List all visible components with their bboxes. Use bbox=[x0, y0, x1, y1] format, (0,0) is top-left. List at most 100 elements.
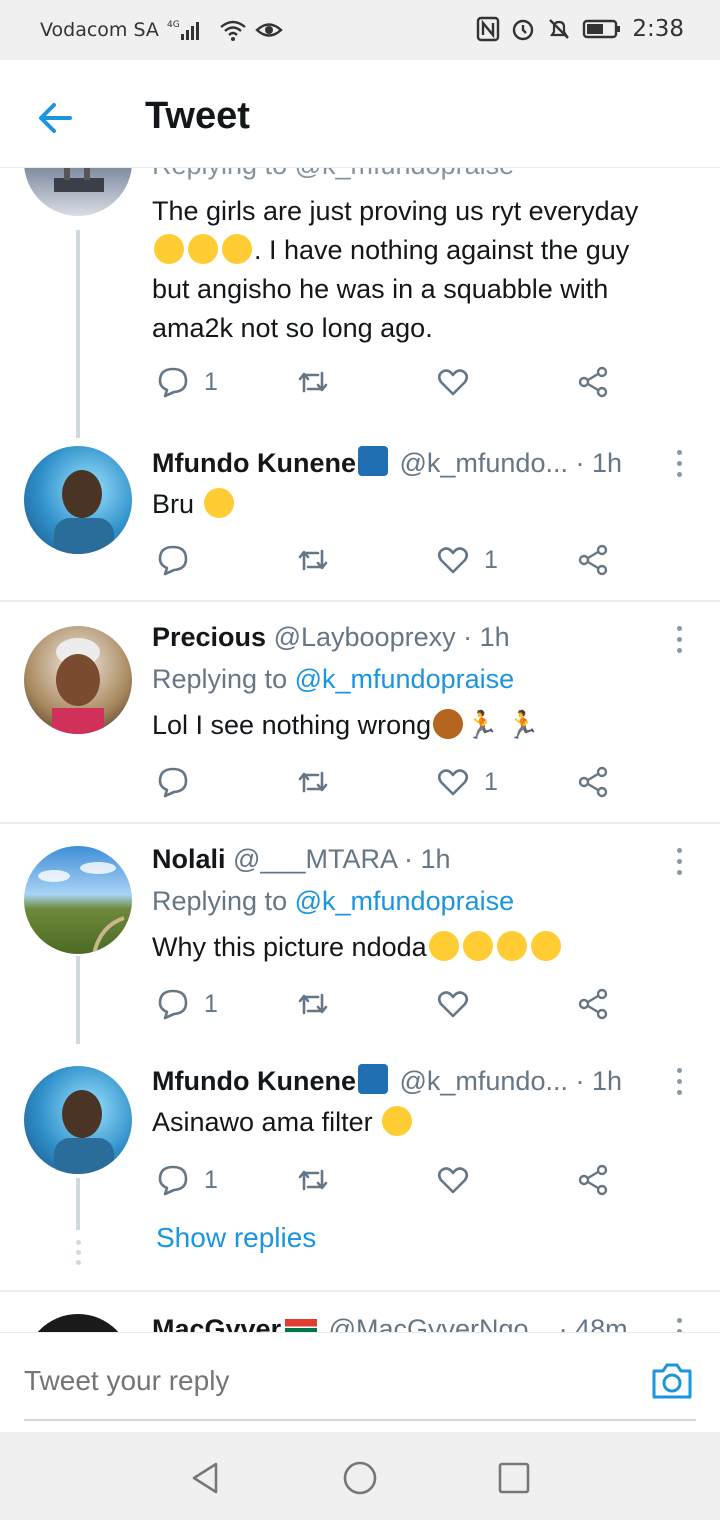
reply-icon bbox=[158, 989, 188, 1020]
share-button[interactable] bbox=[576, 540, 610, 580]
nav-back-button[interactable] bbox=[186, 1458, 226, 1498]
share-icon bbox=[578, 366, 608, 398]
reply-button[interactable] bbox=[156, 540, 204, 580]
nav-recents-icon bbox=[498, 1462, 530, 1494]
author-name[interactable]: MacGyver bbox=[152, 1314, 281, 1332]
like-count: 1 bbox=[484, 545, 498, 574]
retweet-icon bbox=[298, 771, 328, 793]
eye-icon bbox=[255, 19, 283, 41]
more-icon[interactable] bbox=[672, 626, 686, 658]
tweet-body-text: Asinawo ama filter bbox=[152, 1107, 373, 1137]
author-name[interactable]: Mfundo Kunene bbox=[152, 448, 356, 478]
emoji-badge-icon bbox=[357, 446, 388, 476]
share-button[interactable] bbox=[576, 984, 610, 1024]
retweet-button[interactable] bbox=[296, 762, 330, 802]
tweet-item[interactable]: Mfundo Kunene @k_mfundo... · 1h Asinawo … bbox=[0, 1044, 720, 1288]
nav-home-button[interactable] bbox=[340, 1458, 380, 1498]
retweet-button[interactable] bbox=[296, 1160, 330, 1200]
retweet-button[interactable] bbox=[296, 984, 330, 1024]
author-name[interactable]: Mfundo Kunene bbox=[152, 1066, 356, 1096]
laughing-emoji-icon bbox=[382, 1106, 413, 1136]
retweet-icon bbox=[298, 993, 328, 1015]
tweet-body: Why this picture ndoda bbox=[152, 928, 696, 967]
more-icon[interactable] bbox=[672, 450, 686, 482]
nav-home-icon bbox=[343, 1461, 377, 1495]
tweet-header: Nolali @___MTARA · 1h bbox=[152, 844, 640, 875]
author-handle[interactable]: @___MTARA bbox=[233, 844, 396, 874]
emoji-badge-icon bbox=[357, 1064, 388, 1094]
author-name[interactable]: Precious bbox=[152, 622, 266, 652]
retweet-button[interactable] bbox=[296, 540, 330, 580]
author-handle[interactable]: @k_mfundo... bbox=[399, 1066, 568, 1096]
tweet-body-line: ama2k not so long ago. bbox=[152, 313, 433, 343]
signal-icon: 4G bbox=[167, 18, 211, 42]
laughing-emoji-icon bbox=[496, 931, 527, 961]
avatar[interactable] bbox=[24, 626, 132, 734]
reply-count: 1 bbox=[204, 1165, 218, 1194]
tweet-actions: 1 bbox=[152, 984, 632, 1024]
replying-label-partial: Replying to @k_mfundopraise bbox=[152, 168, 514, 181]
share-button[interactable] bbox=[576, 1160, 610, 1200]
author-handle[interactable]: @k_mfundo... bbox=[399, 448, 568, 478]
more-icon[interactable] bbox=[672, 1318, 686, 1332]
tweet-body: The girls are just proving us ryt everyd… bbox=[152, 192, 696, 348]
like-icon bbox=[437, 991, 469, 1018]
back-arrow-icon bbox=[39, 103, 72, 133]
retweet-button[interactable] bbox=[296, 362, 330, 402]
mention-link[interactable]: @k_mfundopraise bbox=[295, 886, 515, 916]
back-button[interactable] bbox=[34, 96, 78, 140]
reply-button[interactable] bbox=[156, 762, 204, 802]
laughing-emoji-icon bbox=[203, 488, 234, 518]
avatar[interactable] bbox=[24, 846, 132, 954]
mute-icon bbox=[546, 16, 572, 42]
like-button[interactable] bbox=[436, 1160, 484, 1200]
tweet-body-text: . I have nothing against the guy bbox=[254, 235, 630, 265]
tweet-header: Precious @Laybooprexy · 1h bbox=[152, 622, 640, 653]
reply-count: 1 bbox=[204, 367, 218, 396]
like-button[interactable] bbox=[436, 362, 484, 402]
tweet-item[interactable]: Nolali @___MTARA · 1h Replying to @k_mfu… bbox=[0, 824, 720, 1044]
tweet-item[interactable]: Mfundo Kunene @k_mfundo... · 1h Bru 1 bbox=[0, 438, 720, 600]
avatar[interactable] bbox=[24, 1066, 132, 1174]
nav-recents-button[interactable] bbox=[494, 1458, 534, 1498]
like-button[interactable]: 1 bbox=[436, 762, 498, 802]
reply-input[interactable] bbox=[24, 1365, 584, 1397]
retweet-icon bbox=[298, 371, 328, 393]
author-handle[interactable]: @Laybooprexy bbox=[274, 622, 456, 652]
show-replies-link[interactable]: Show replies bbox=[156, 1222, 316, 1254]
avatar[interactable] bbox=[24, 1314, 132, 1332]
reply-button[interactable]: 1 bbox=[156, 362, 218, 402]
tweet-item[interactable]: Replying to @k_mfundopraise The girls ar… bbox=[0, 168, 720, 438]
author-handle[interactable]: @MacGyverNgo... bbox=[329, 1314, 551, 1332]
reply-button[interactable]: 1 bbox=[156, 984, 218, 1024]
like-button[interactable]: 1 bbox=[436, 540, 498, 580]
tweet-header: Mfundo Kunene @k_mfundo... · 1h bbox=[152, 446, 640, 479]
replying-to: Replying to @k_mfundopraise bbox=[152, 664, 514, 695]
camera-button[interactable] bbox=[650, 1361, 694, 1401]
author-name[interactable]: Nolali bbox=[152, 844, 226, 874]
tweet-time: · 48m bbox=[558, 1314, 628, 1332]
tweet-body-line: . I have nothing against the guy bbox=[152, 231, 696, 270]
more-icon[interactable] bbox=[672, 1068, 686, 1100]
avatar[interactable] bbox=[24, 168, 132, 216]
like-button[interactable] bbox=[436, 984, 484, 1024]
tweet-time: · 1h bbox=[575, 448, 623, 478]
replies-feed[interactable]: Replying to @k_mfundopraise The girls ar… bbox=[0, 168, 720, 1332]
like-count: 1 bbox=[484, 767, 498, 796]
share-button[interactable] bbox=[576, 362, 610, 402]
reply-icon bbox=[158, 545, 188, 576]
thread-line bbox=[76, 1178, 80, 1230]
more-icon[interactable] bbox=[672, 848, 686, 880]
wifi-icon bbox=[219, 18, 247, 42]
avatar[interactable] bbox=[24, 446, 132, 554]
tweet-item[interactable]: Precious @Laybooprexy · 1h Replying to @… bbox=[0, 602, 720, 822]
tweet-item[interactable]: MacGyver @MacGyverNgo... · 48m bbox=[0, 1292, 720, 1332]
status-bar: Vodacom SA 4G 2:38 bbox=[0, 0, 720, 60]
share-button[interactable] bbox=[576, 762, 610, 802]
reply-button[interactable]: 1 bbox=[156, 1160, 218, 1200]
mention-link[interactable]: @k_mfundopraise bbox=[295, 664, 515, 694]
tweet-body-line: but angisho he was in a squabble with bbox=[152, 274, 609, 304]
tweet-time: · 1h bbox=[575, 1066, 623, 1096]
tweet-actions: 1 bbox=[152, 362, 632, 402]
reply-icon bbox=[158, 367, 188, 398]
